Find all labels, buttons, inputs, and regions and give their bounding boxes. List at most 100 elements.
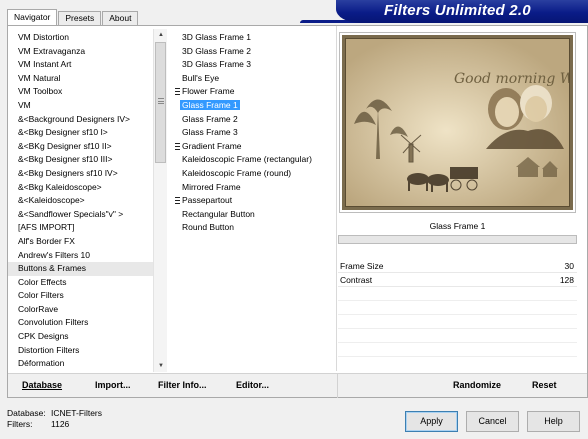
randomize-button-label: Randomize bbox=[453, 380, 502, 390]
category-item[interactable]: &<Sandflower Specials"v" > bbox=[8, 208, 153, 222]
filter-item[interactable]: Glass Frame 2 bbox=[172, 113, 332, 127]
category-item[interactable]: VM bbox=[8, 99, 153, 113]
grip-icon bbox=[158, 98, 164, 104]
param-value: 128 bbox=[559, 275, 574, 285]
bottom-bar-divider bbox=[337, 374, 338, 398]
database-button[interactable]: Database bbox=[22, 374, 62, 398]
import-button[interactable]: Import... bbox=[95, 374, 131, 398]
category-item[interactable]: &<Bkg Designer sf10 I> bbox=[8, 126, 153, 140]
filter-item[interactable]: Glass Frame 3 bbox=[172, 126, 332, 140]
import-button-label: Import... bbox=[95, 380, 131, 390]
filter-item-label: Round Button bbox=[182, 222, 234, 233]
filter-item-label: Gradient Frame bbox=[182, 140, 242, 151]
param-row[interactable]: Frame Size 30 bbox=[338, 259, 577, 273]
category-item[interactable]: Déformation bbox=[8, 357, 153, 371]
filter-item-label: Glass Frame 1 bbox=[180, 99, 240, 110]
filter-item[interactable]: Round Button bbox=[172, 221, 332, 235]
filter-list[interactable]: 3D Glass Frame 1 3D Glass Frame 2 3D Glass… bbox=[172, 31, 332, 371]
filter-item[interactable]: Flower Frame bbox=[172, 85, 332, 99]
param-row-empty[interactable] bbox=[338, 343, 577, 357]
filter-item[interactable]: Kaleidoscopic Frame (rectangular) bbox=[172, 153, 332, 167]
filter-item[interactable]: 3D Glass Frame 2 bbox=[172, 45, 332, 59]
preview-artwork: Good morning World bbox=[346, 39, 569, 206]
tab-navigator[interactable]: Navigator bbox=[7, 9, 58, 25]
filter-name-label: Glass Frame 1 bbox=[429, 221, 486, 231]
filter-item[interactable]: Kaleidoscopic Frame (round) bbox=[172, 167, 332, 181]
filter-item[interactable]: Glass Frame 1 bbox=[172, 99, 332, 113]
tab-about[interactable]: About bbox=[102, 11, 139, 25]
randomize-button[interactable]: Randomize bbox=[453, 374, 501, 398]
filter-item-label: Flower Frame bbox=[182, 86, 235, 97]
filter-item[interactable]: Mirrored Frame bbox=[172, 181, 332, 195]
scroll-up-icon[interactable]: ▲ bbox=[154, 29, 168, 41]
filter-item[interactable]: Rectangular Button bbox=[172, 208, 332, 222]
category-item[interactable]: VM Toolbox bbox=[8, 85, 153, 99]
filter-item-label: Glass Frame 2 bbox=[182, 113, 238, 124]
cancel-button[interactable]: Cancel bbox=[466, 411, 519, 432]
param-name: Frame Size bbox=[340, 261, 384, 271]
parameter-list: Frame Size 30 Contrast 128 bbox=[338, 259, 577, 371]
panel-divider bbox=[336, 26, 337, 371]
category-item[interactable]: VM Distortion bbox=[8, 31, 153, 45]
database-key: Database: bbox=[7, 408, 46, 418]
separator-icon bbox=[175, 197, 180, 205]
reset-button[interactable]: Reset bbox=[532, 374, 557, 398]
filter-item[interactable]: Bull's Eye bbox=[172, 72, 332, 86]
param-name: Contrast bbox=[340, 275, 373, 285]
param-row-empty[interactable] bbox=[338, 287, 577, 301]
filter-info-button-label: Filter Info... bbox=[158, 380, 207, 390]
category-item[interactable]: Andrew's Filters 10 bbox=[8, 249, 153, 263]
filter-item-label: Rectangular Button bbox=[182, 208, 255, 219]
tab-presets[interactable]: Presets bbox=[58, 11, 102, 25]
category-list[interactable]: VM Distortion VM Extravaganza VM Instant A… bbox=[8, 31, 153, 371]
filter-item-label: Mirrored Frame bbox=[182, 181, 241, 192]
category-item[interactable]: &<Bkg Kaleidoscope> bbox=[8, 181, 153, 195]
filter-item[interactable]: Gradient Frame bbox=[172, 140, 332, 154]
param-row-empty[interactable] bbox=[338, 301, 577, 315]
category-item[interactable]: VM Extravaganza bbox=[8, 45, 153, 59]
param-row-empty[interactable] bbox=[338, 315, 577, 329]
filter-item[interactable]: Passepartout bbox=[172, 194, 332, 208]
database-value: ICNET-Filters bbox=[51, 408, 102, 418]
apply-button[interactable]: Apply bbox=[405, 411, 458, 432]
filter-item-label: 3D Glass Frame 3 bbox=[182, 59, 251, 70]
filters-key: Filters: bbox=[7, 419, 33, 429]
category-item[interactable]: ColorRave bbox=[8, 303, 153, 317]
filter-item-label: 3D Glass Frame 2 bbox=[182, 45, 251, 56]
category-item[interactable]: &<Bkg Designer sf10 III> bbox=[8, 153, 153, 167]
category-item[interactable]: Alf's Border FX bbox=[8, 235, 153, 249]
filter-item-label: Kaleidoscopic Frame (round) bbox=[182, 167, 292, 178]
param-row-empty[interactable] bbox=[338, 329, 577, 343]
category-item[interactable]: Distortion Filters bbox=[8, 344, 153, 358]
reset-button-label: Reset bbox=[532, 380, 557, 390]
param-row[interactable]: Contrast 128 bbox=[338, 273, 577, 287]
category-item[interactable]: Buttons & Frames bbox=[8, 262, 153, 276]
filter-info-button[interactable]: Filter Info... bbox=[158, 374, 207, 398]
category-item[interactable]: &<Kaleidoscope> bbox=[8, 194, 153, 208]
category-item[interactable]: Color Effects bbox=[8, 276, 153, 290]
category-item[interactable]: &<Bkg Designers sf10 IV> bbox=[8, 167, 153, 181]
category-item[interactable]: Convolution Filters bbox=[8, 316, 153, 330]
separator-icon bbox=[175, 88, 180, 96]
editor-button[interactable]: Editor... bbox=[236, 374, 269, 398]
category-scrollbar[interactable]: ▲ ▼ bbox=[153, 29, 167, 372]
filter-item-label: Kaleidoscopic Frame (rectangular) bbox=[182, 154, 312, 165]
category-item[interactable]: Color Filters bbox=[8, 289, 153, 303]
bottom-bar: Database Import... Filter Info... Editor… bbox=[8, 373, 587, 398]
separator-icon bbox=[175, 142, 180, 150]
scroll-thumb[interactable] bbox=[155, 42, 166, 163]
help-button[interactable]: Help bbox=[527, 411, 580, 432]
category-item[interactable]: &<Background Designers IV> bbox=[8, 113, 153, 127]
filter-item[interactable]: 3D Glass Frame 1 bbox=[172, 31, 332, 45]
category-item[interactable]: &<BKg Designer sf10 II> bbox=[8, 140, 153, 154]
database-info: Database: ICNET-Filters Filters: 1126 bbox=[7, 408, 102, 430]
preview-frame: Good morning World bbox=[339, 32, 576, 213]
category-item[interactable]: VM Instant Art bbox=[8, 58, 153, 72]
preview-border: Good morning World bbox=[342, 35, 573, 210]
category-item[interactable]: [AFS IMPORT] bbox=[8, 221, 153, 235]
scroll-down-icon[interactable]: ▼ bbox=[154, 360, 168, 372]
category-item[interactable]: VM Natural bbox=[8, 72, 153, 86]
filter-item[interactable]: 3D Glass Frame 3 bbox=[172, 58, 332, 72]
filter-item-label: Bull's Eye bbox=[182, 72, 220, 83]
category-item[interactable]: CPK Designs bbox=[8, 330, 153, 344]
